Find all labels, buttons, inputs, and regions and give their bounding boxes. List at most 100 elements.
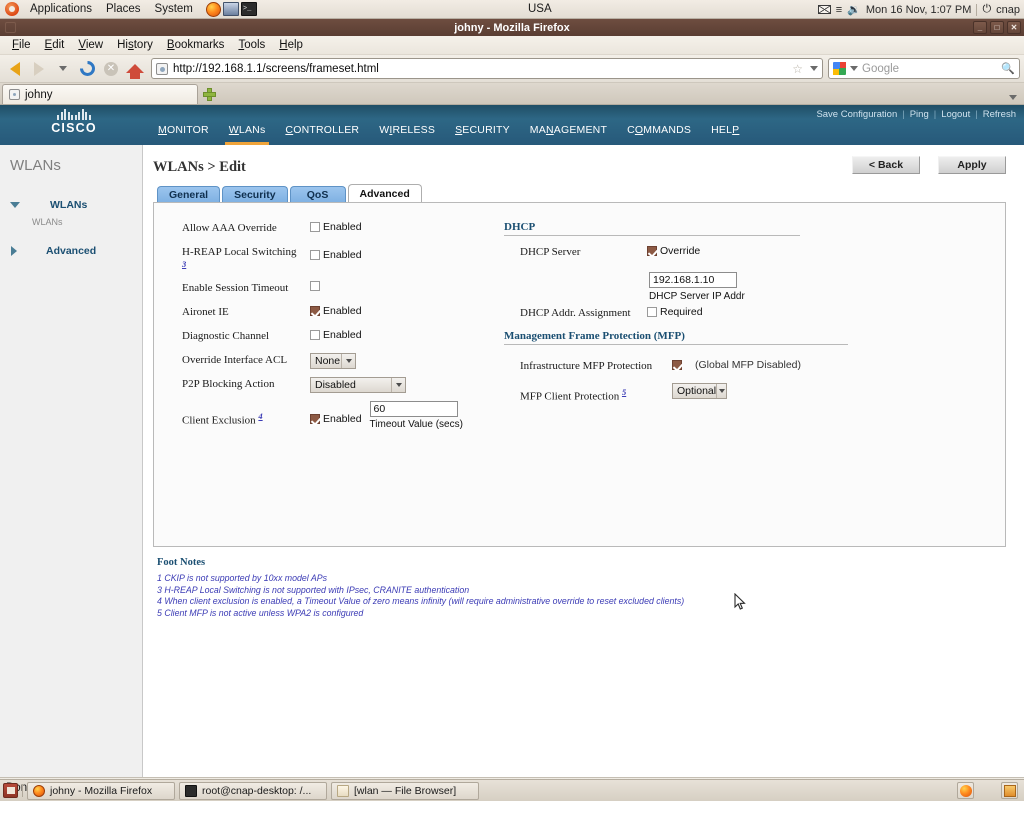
close-button[interactable]: ✕ (1007, 21, 1021, 34)
home-button[interactable] (124, 58, 146, 80)
client-exclusion-checkbox[interactable] (310, 413, 320, 424)
menu-edit[interactable]: Edit (38, 36, 72, 55)
show-desktop-button[interactable] (3, 783, 18, 798)
nav-security[interactable]: SECURITY (445, 122, 520, 141)
url-input[interactable]: http://192.168.1.1/screens/frameset.html (173, 63, 787, 75)
tab-general[interactable]: General (157, 186, 221, 203)
dhcp-addr-assignment-checkbox[interactable] (647, 307, 657, 317)
chevron-down-icon[interactable] (341, 353, 355, 368)
tab-qos[interactable]: QoS (289, 186, 346, 203)
footnote-ref-4[interactable]: 4 (258, 411, 262, 421)
firefox-launcher-icon[interactable] (205, 1, 221, 17)
select-value: Disabled (315, 378, 356, 391)
panel-menu-applications[interactable]: Applications (23, 0, 99, 19)
tab-list-dropdown-icon[interactable] (1009, 95, 1017, 100)
chevron-down-icon[interactable] (391, 377, 405, 392)
main-panel: WLANs > Edit < Back Apply General Securi… (143, 145, 1024, 777)
link-refresh[interactable]: Refresh (983, 109, 1016, 120)
link-save-configuration[interactable]: Save Configuration (816, 109, 897, 120)
terminal-launcher-icon[interactable]: >_ (240, 2, 257, 16)
infrastructure-mfp-checkbox[interactable] (672, 360, 682, 370)
nav-help[interactable]: HELP (701, 122, 749, 141)
panel-menu-places[interactable]: Places (99, 0, 148, 19)
nav-management[interactable]: MANAGEMENT (520, 122, 617, 141)
maximize-button[interactable]: □ (990, 21, 1004, 34)
sidebar-item-wlans[interactable]: WLANs (0, 196, 142, 214)
enable-session-timeout-checkbox[interactable] (310, 280, 320, 291)
search-input[interactable]: Google (862, 63, 997, 75)
tab-security[interactable]: Security (222, 186, 288, 203)
url-bar[interactable]: http://192.168.1.1/screens/frameset.html… (151, 58, 823, 79)
chevron-down-icon[interactable] (10, 202, 20, 208)
new-tab-button[interactable] (198, 84, 220, 104)
menu-help[interactable]: Help (272, 36, 310, 55)
minimize-button[interactable]: _ (973, 21, 987, 34)
link-logout[interactable]: Logout (941, 109, 970, 120)
cisco-logo-text: CISCO (51, 121, 97, 135)
power-icon[interactable]: ⏻ (982, 3, 991, 16)
ubuntu-logo-icon[interactable] (5, 2, 19, 16)
footnote-ref-5[interactable]: 5 (622, 387, 626, 397)
menu-file[interactable]: FFileile (5, 36, 38, 55)
p2p-blocking-action-select[interactable]: Disabled (310, 376, 406, 393)
menu-tools[interactable]: Tools (231, 36, 272, 55)
mail-icon[interactable] (817, 5, 831, 14)
sidebar-title: WLANs (10, 157, 61, 174)
tab-advanced[interactable]: Advanced (347, 184, 422, 203)
keyboard-locale-label[interactable]: USA (528, 0, 552, 19)
menu-view[interactable]: View (71, 36, 110, 55)
network-launcher-icon[interactable] (222, 2, 239, 16)
tray-updates-button[interactable] (1001, 782, 1018, 799)
back-button[interactable] (4, 58, 26, 80)
hreap-local-switching-checkbox[interactable] (310, 250, 320, 260)
field-override-interface-acl: Override Interface ACL None (182, 352, 494, 371)
nav-wireless[interactable]: WIRELESS (369, 122, 445, 141)
client-exclusion-timeout-input[interactable]: 60 (369, 400, 458, 417)
panel-menu-system[interactable]: System (148, 0, 200, 19)
search-icon[interactable]: 🔍 (1001, 62, 1015, 75)
sidebar-item-advanced[interactable]: Advanced (0, 242, 142, 260)
diagnostic-channel-checkbox[interactable] (310, 329, 320, 340)
mfp-client-protection-select[interactable]: Optional (672, 383, 727, 399)
chevron-right-icon[interactable] (11, 246, 17, 256)
bookmark-star-icon[interactable]: ☆ (792, 62, 803, 76)
window-menu-icon[interactable] (5, 22, 16, 33)
google-icon[interactable] (833, 62, 846, 75)
nav-monitor[interactable]: MONITOR (148, 122, 219, 141)
sidebar-item-advanced-label[interactable]: Advanced (46, 245, 96, 257)
field-label: Aironet IE (182, 305, 229, 318)
nav-commands[interactable]: COMMANDS (617, 122, 701, 141)
search-bar[interactable]: Google 🔍 (828, 58, 1020, 79)
browser-tab-johny[interactable]: johny (2, 84, 198, 104)
tray-firefox-button[interactable] (957, 782, 974, 799)
dhcp-server-override-checkbox[interactable] (647, 246, 657, 256)
url-dropdown-icon[interactable] (810, 66, 818, 71)
taskbar-item-file-browser[interactable]: [wlan — File Browser] (331, 781, 479, 800)
footnote-ref-3[interactable]: 3 (182, 259, 186, 269)
chevron-down-icon[interactable] (716, 384, 726, 398)
search-engine-dropdown-icon[interactable] (850, 66, 858, 71)
nav-controller[interactable]: CONTROLLER (275, 122, 369, 141)
clock-label[interactable]: Mon 16 Nov, 1:07 PM (866, 4, 972, 16)
allow-aaa-override-checkbox[interactable] (310, 222, 320, 232)
menu-bookmarks[interactable]: Bookmarks (160, 36, 232, 55)
taskbar-item-terminal[interactable]: root@cnap-desktop: /... (179, 781, 327, 800)
history-dropdown-icon[interactable] (52, 58, 74, 80)
apply-button[interactable]: Apply (938, 156, 1006, 174)
volume-icon[interactable]: 🔉 (847, 3, 861, 16)
reload-button[interactable] (76, 58, 98, 80)
footnote-line: 4 When client exclusion is enabled, a Ti… (157, 596, 685, 607)
user-label[interactable]: cnap (996, 4, 1020, 16)
nav-wlans[interactable]: WLANs (219, 122, 276, 145)
aironet-ie-checkbox[interactable] (310, 305, 320, 316)
taskbar-item-firefox[interactable]: johny - Mozilla Firefox (27, 781, 175, 800)
list-icon[interactable]: ≡ (836, 4, 842, 16)
override-interface-acl-select[interactable]: None (310, 352, 356, 369)
dhcp-section-title: DHCP (504, 221, 536, 233)
link-ping[interactable]: Ping (910, 109, 929, 120)
menu-history[interactable]: History (110, 36, 160, 55)
sidebar-subitem-wlans[interactable]: WLANs (32, 214, 142, 227)
back-button[interactable]: < Back (852, 156, 920, 174)
dhcp-server-ip-input[interactable]: 192.168.1.10 (649, 272, 737, 288)
sidebar-item-wlans-label[interactable]: WLANs (50, 199, 87, 211)
